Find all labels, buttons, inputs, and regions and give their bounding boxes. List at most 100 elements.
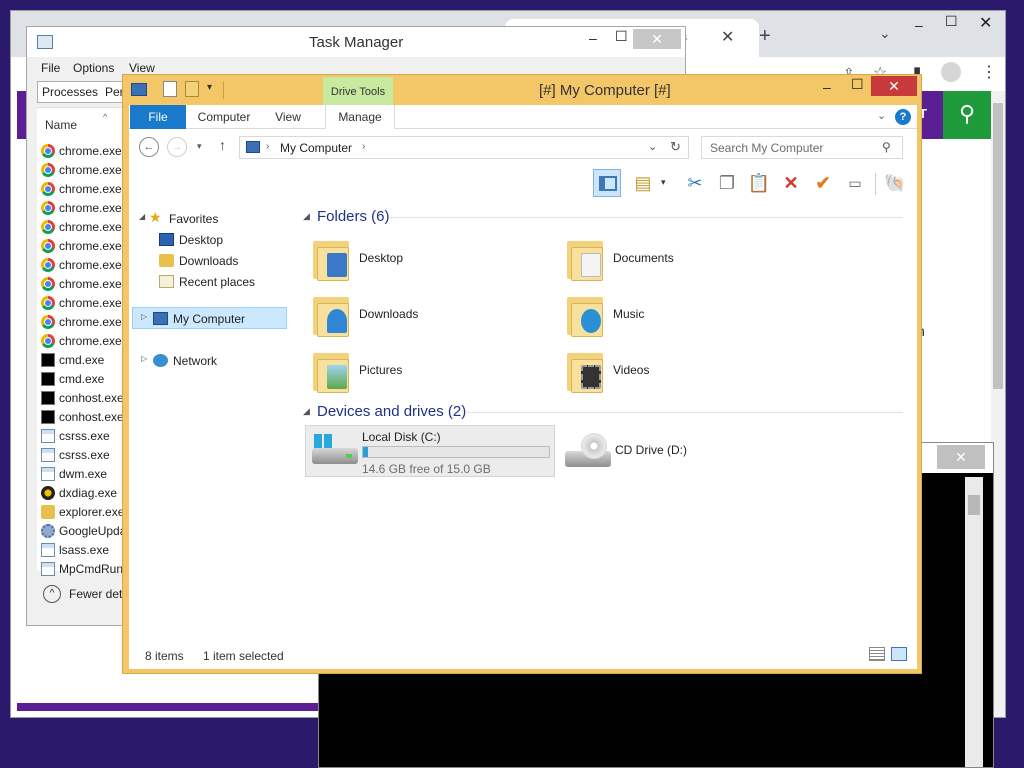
help-icon[interactable]: ? — [895, 109, 911, 125]
process-name: chrome.exe — [59, 315, 122, 329]
properties-button[interactable]: ▤ — [629, 169, 657, 197]
explorer-close-button[interactable]: ✕ — [871, 76, 917, 96]
tab-search-icon[interactable]: ⌄ — [879, 25, 891, 42]
expand-arrow-icon[interactable]: ▷ — [141, 354, 147, 363]
shell-icon[interactable]: 🐚 — [881, 169, 909, 197]
nav-item-desktop[interactable]: Desktop — [159, 230, 289, 250]
site-search-button[interactable]: ⚲ — [943, 91, 991, 139]
nav-network[interactable]: ▷ Network — [141, 351, 287, 371]
menu-file[interactable]: File — [41, 61, 60, 75]
group-title: Folders (6) — [317, 208, 390, 225]
large-icons-view-icon[interactable] — [891, 647, 907, 661]
breadcrumb-chevron-icon[interactable]: › — [362, 141, 365, 152]
breadcrumb-my-computer[interactable]: My Computer — [280, 141, 352, 155]
qat-new-folder-icon[interactable] — [185, 81, 199, 97]
refresh-icon[interactable]: ↻ — [670, 139, 681, 155]
group-collapse-icon[interactable]: ◢ — [303, 406, 310, 417]
nav-my-computer[interactable]: ▷ My Computer — [141, 309, 287, 329]
address-bar[interactable]: › My Computer › ⌄ ↻ — [239, 136, 689, 159]
console-close-button[interactable]: ✕ — [937, 445, 985, 469]
collapse-up-icon[interactable]: ^ — [43, 585, 61, 603]
expand-arrow-icon[interactable]: ▷ — [141, 312, 147, 321]
status-item-count: 8 items — [145, 649, 184, 663]
computer-icon — [153, 312, 168, 325]
group-header-folders[interactable]: ◢ Folders (6) — [303, 207, 403, 229]
search-icon[interactable]: ⚲ — [882, 140, 891, 154]
drive-c[interactable]: Local Disk (C:) 14.6 GB free of 15.0 GB — [305, 425, 555, 477]
collapse-arrow-icon[interactable]: ◢ — [139, 212, 145, 221]
delete-icon[interactable]: ✕ — [777, 169, 805, 197]
task-manager-maximize-button[interactable]: ☐ — [615, 28, 628, 45]
qat-properties-icon[interactable] — [163, 81, 177, 97]
chrome-minimize-button[interactable]: – — [915, 17, 923, 33]
search-input[interactable] — [702, 137, 878, 158]
details-view-icon[interactable] — [869, 647, 885, 661]
process-name: GoogleUpda — [59, 524, 127, 538]
desktop-folder-icon — [313, 235, 349, 281]
tab-file[interactable]: File — [130, 105, 186, 129]
folder-item-documents[interactable]: Documents — [557, 233, 797, 285]
check-icon[interactable]: ✔ — [809, 169, 837, 197]
menu-options[interactable]: Options — [73, 61, 114, 75]
navigation-pane-button[interactable] — [593, 169, 621, 197]
music-folder-icon — [567, 291, 603, 337]
folder-item-videos[interactable]: Videos — [557, 345, 797, 397]
chrome-menu-icon[interactable]: ⋮ — [981, 62, 997, 82]
properties-dropdown-icon[interactable]: ▾ — [661, 177, 666, 188]
nav-item-downloads[interactable]: Downloads — [159, 251, 289, 271]
task-manager-close-button[interactable]: ✕ — [633, 29, 681, 49]
expand-ribbon-icon[interactable]: ⌄ — [877, 109, 886, 122]
nav-favorites[interactable]: ◢ ★ Favorites — [139, 209, 289, 229]
task-manager-minimize-button[interactable]: – — [589, 30, 597, 46]
tab-manage[interactable]: Manage — [325, 105, 395, 129]
folder-item-downloads[interactable]: Downloads — [303, 289, 543, 341]
tab-view[interactable]: View — [263, 105, 313, 129]
tab-processes[interactable]: Processes — [37, 81, 104, 103]
up-button[interactable]: ↑ — [219, 137, 226, 153]
nav-favorites-label: Favorites — [169, 212, 219, 226]
group-header-drives[interactable]: ◢ Devices and drives (2) — [303, 402, 473, 424]
process-name: conhost.exe — [59, 391, 124, 405]
chrome-close-button[interactable]: ✕ — [979, 13, 992, 33]
copy-icon[interactable]: ❐ — [713, 169, 741, 197]
page-scrollbar-thumb[interactable] — [993, 103, 1003, 389]
console-scrollbar[interactable] — [965, 477, 983, 767]
nav-item-recent-places[interactable]: Recent places — [159, 272, 289, 292]
folder-item-music[interactable]: Music — [557, 289, 797, 341]
chrome-maximize-button[interactable]: ☐ — [945, 13, 958, 30]
computer-app-icon[interactable] — [131, 83, 147, 96]
downloads-folder-icon — [313, 291, 349, 337]
folder-item-pictures[interactable]: Pictures — [303, 345, 543, 397]
qat-customize-icon[interactable]: ▾ — [207, 82, 212, 93]
process-name: chrome.exe — [59, 163, 122, 177]
menu-view[interactable]: View — [129, 61, 155, 75]
fewer-details-button[interactable]: Fewer deta — [69, 587, 129, 601]
column-header-name[interactable]: Name — [45, 118, 77, 132]
chrome-process-icon — [41, 277, 55, 291]
new-tab-icon[interactable]: + — [759, 25, 771, 48]
chrome-process-icon — [41, 144, 55, 158]
paste-icon[interactable]: 📋 — [745, 169, 773, 197]
chrome-tab-close-icon[interactable]: ✕ — [721, 27, 734, 47]
recent-locations-icon[interactable]: ▾ — [197, 141, 202, 152]
console-scrollbar-thumb[interactable] — [968, 495, 980, 515]
explorer-minimize-button[interactable]: – — [823, 79, 831, 95]
rename-icon[interactable]: ▭ — [841, 169, 869, 197]
cut-icon[interactable]: ✂ — [681, 169, 709, 197]
address-history-icon[interactable]: ⌄ — [648, 140, 657, 153]
forward-button[interactable]: → — [167, 137, 187, 157]
profile-avatar-icon[interactable] — [941, 62, 961, 82]
group-collapse-icon[interactable]: ◢ — [303, 211, 310, 222]
folder-item-desktop[interactable]: Desktop — [303, 233, 543, 285]
folder-badge — [327, 253, 347, 277]
hard-disk-icon — [312, 434, 358, 470]
folder-badge — [327, 365, 347, 389]
explorer-maximize-button[interactable]: ☐ — [851, 76, 864, 93]
back-button[interactable]: ← — [139, 137, 159, 157]
drive-usage-fill — [363, 447, 368, 457]
tab-computer[interactable]: Computer — [193, 105, 255, 129]
status-bar: 8 items 1 item selected — [129, 639, 917, 669]
breadcrumb-chevron-icon[interactable]: › — [266, 141, 269, 152]
drive-d[interactable]: CD Drive (D:) — [559, 425, 759, 477]
process-name: chrome.exe — [59, 334, 122, 348]
